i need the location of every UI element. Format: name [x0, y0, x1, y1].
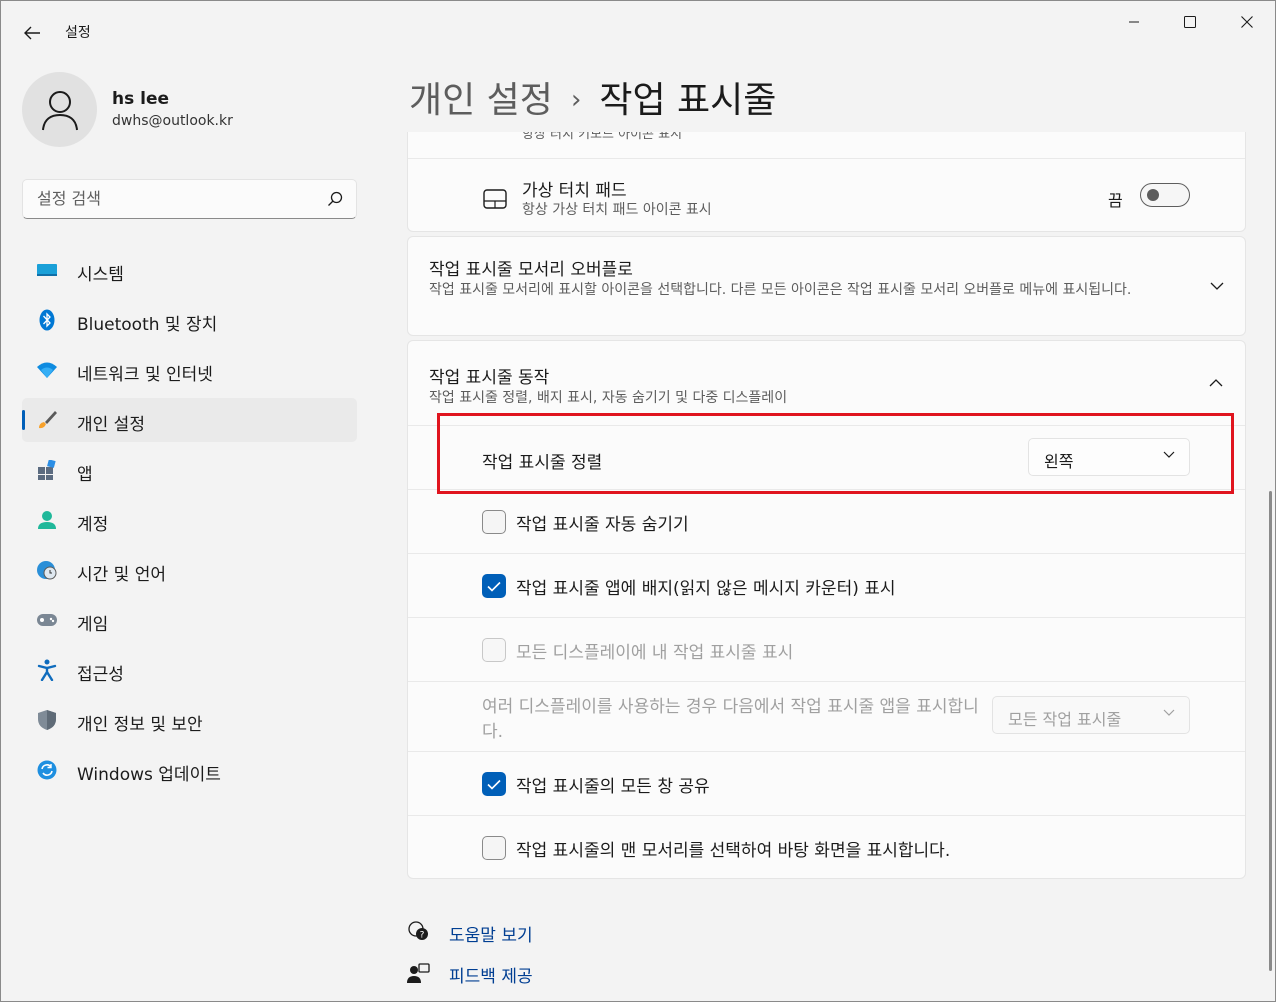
- auto-hide-checkbox[interactable]: [482, 510, 506, 534]
- svg-text:?: ?: [420, 931, 425, 941]
- user-email: dwhs@outlook.kr: [112, 113, 233, 129]
- sidebar-item-personalization[interactable]: 개인 설정: [22, 398, 357, 442]
- sidebar-item-privacy[interactable]: 개인 정보 및 보안: [22, 698, 357, 742]
- search-box[interactable]: [22, 179, 357, 219]
- bluetooth-icon: [36, 309, 58, 331]
- checkmark-icon: [487, 581, 501, 592]
- sidebar-item-apps[interactable]: 앱: [22, 448, 357, 492]
- maximize-icon: [1184, 16, 1196, 28]
- all-displays-checkbox[interactable]: [482, 638, 506, 662]
- all-displays-label: 모든 디스플레이에 내 작업 표시줄 표시: [516, 643, 794, 663]
- close-icon: [1241, 16, 1253, 28]
- app-title: 설정: [65, 25, 91, 41]
- feedback-link[interactable]: 피드백 제공: [449, 962, 533, 987]
- sidebar-item-label: 네트워크 및 인터넷: [77, 365, 213, 385]
- apps-icon: [36, 460, 58, 480]
- sidebar-item-accounts[interactable]: 계정: [22, 498, 357, 542]
- touchpad-title: 가상 터치 패드: [522, 181, 627, 201]
- taskbar-icons-card: 항상 터치 키보드 아이콘 표시 가상 터치 패드 항상 가상 터치 패드 아이…: [407, 132, 1246, 232]
- sidebar-item-label: 시간 및 언어: [77, 565, 167, 585]
- touchpad-subtitle: 항상 가상 터치 패드 아이콘 표시: [522, 202, 712, 218]
- badges-label: 작업 표시줄 앱에 배지(읽지 않은 메시지 카운터) 표시: [516, 579, 896, 599]
- back-button[interactable]: [15, 17, 49, 49]
- help-link[interactable]: 도움말 보기: [449, 921, 533, 946]
- search-icon[interactable]: [326, 190, 344, 208]
- gamepad-icon: [36, 610, 58, 630]
- minimize-icon: [1129, 21, 1139, 23]
- taskbar-behaviors-subtitle: 작업 표시줄 정렬, 배지 표시, 자동 숨기기 및 다중 디스플레이: [429, 390, 788, 406]
- time-language-icon: [36, 560, 58, 580]
- multi-display-label: 여러 디스플레이를 사용하는 경우 다음에서 작업 표시줄 앱을 표시합니다.: [482, 697, 979, 742]
- breadcrumb: 개인 설정 › 작업 표시줄: [409, 71, 776, 123]
- show-desktop-checkbox[interactable]: [482, 836, 506, 860]
- share-windows-checkbox[interactable]: [482, 772, 506, 796]
- sidebar-item-label: Bluetooth 및 장치: [77, 315, 218, 335]
- divider: [408, 553, 1245, 554]
- touchpad-toggle[interactable]: [1140, 183, 1190, 207]
- account-icon: [36, 510, 58, 530]
- minimize-button[interactable]: [1106, 1, 1162, 43]
- avatar[interactable]: [22, 72, 97, 147]
- search-input[interactable]: [23, 180, 313, 216]
- multi-display-dropdown[interactable]: 모든 작업 표시줄: [992, 696, 1190, 734]
- highlight-box: [437, 413, 1234, 494]
- sidebar-item-label: Windows 업데이트: [77, 765, 221, 785]
- shield-icon: [36, 710, 58, 730]
- feedback-icon: [407, 961, 431, 985]
- sidebar-item-label: 시스템: [77, 265, 124, 285]
- back-arrow-icon: [24, 26, 40, 40]
- touch-keyboard-subtitle: 항상 터치 키보드 아이콘 표시: [522, 132, 683, 142]
- auto-hide-label: 작업 표시줄 자동 숨기기: [516, 515, 689, 535]
- update-icon: [36, 760, 58, 780]
- sidebar-item-label: 접근성: [77, 665, 124, 685]
- show-desktop-label: 작업 표시줄의 맨 모서리를 선택하여 바탕 화면을 표시합니다.: [516, 841, 951, 861]
- accessibility-icon: [36, 659, 58, 681]
- dropdown-value: 모든 작업 표시줄: [1008, 710, 1122, 729]
- corner-overflow-subtitle: 작업 표시줄 모서리에 표시할 아이콘을 선택합니다. 다른 모든 아이콘은 작…: [429, 282, 1132, 298]
- taskbar-behaviors-title: 작업 표시줄 동작: [429, 368, 550, 388]
- selection-indicator: [22, 410, 25, 430]
- breadcrumb-parent[interactable]: 개인 설정: [409, 80, 553, 121]
- chevron-down-icon: [1163, 709, 1175, 716]
- corner-overflow-title: 작업 표시줄 모서리 오버플로: [429, 260, 633, 280]
- person-icon: [41, 90, 78, 130]
- scrollbar-thumb[interactable]: [1269, 491, 1272, 971]
- divider: [408, 681, 1245, 682]
- sidebar-item-label: 계정: [77, 515, 109, 535]
- badges-checkbox[interactable]: [482, 574, 506, 598]
- checkmark-icon: [487, 779, 501, 790]
- divider: [408, 158, 1245, 159]
- toggle-knob: [1147, 189, 1159, 201]
- system-icon: [36, 260, 58, 280]
- sidebar-item-label: 게임: [77, 615, 109, 635]
- page-title: 작업 표시줄: [599, 80, 777, 121]
- sidebar-item-label: 개인 설정: [77, 415, 145, 435]
- paintbrush-icon: [36, 410, 58, 430]
- sidebar-item-windows-update[interactable]: Windows 업데이트: [22, 748, 357, 792]
- sidebar-item-label: 앱: [77, 465, 93, 485]
- sidebar-item-bluetooth[interactable]: Bluetooth 및 장치: [22, 298, 357, 342]
- sidebar-item-label: 개인 정보 및 보안: [77, 715, 203, 735]
- chevron-up-icon[interactable]: [1209, 378, 1223, 388]
- toggle-state-label: 끔: [1108, 191, 1123, 210]
- divider: [408, 815, 1245, 816]
- touchpad-icon: [483, 189, 507, 209]
- help-icon: ?: [407, 919, 431, 943]
- divider: [408, 751, 1245, 752]
- divider: [408, 617, 1245, 618]
- breadcrumb-separator: ›: [570, 85, 582, 115]
- user-name: hs lee: [112, 89, 170, 109]
- sidebar-item-network[interactable]: 네트워크 및 인터넷: [22, 348, 357, 392]
- corner-overflow-card[interactable]: 작업 표시줄 모서리 오버플로 작업 표시줄 모서리에 표시할 아이콘을 선택합…: [407, 236, 1246, 336]
- sidebar-item-system[interactable]: 시스템: [22, 248, 357, 292]
- close-button[interactable]: [1219, 1, 1275, 43]
- wifi-icon: [36, 360, 58, 380]
- sidebar-item-accessibility[interactable]: 접근성: [22, 648, 357, 692]
- sidebar-item-time-language[interactable]: 시간 및 언어: [22, 548, 357, 592]
- chevron-down-icon[interactable]: [1210, 281, 1224, 291]
- share-windows-label: 작업 표시줄의 모든 창 공유: [516, 777, 710, 797]
- maximize-button[interactable]: [1162, 1, 1218, 43]
- sidebar-item-gaming[interactable]: 게임: [22, 598, 357, 642]
- content-scroll-area[interactable]: 항상 터치 키보드 아이콘 표시 가상 터치 패드 항상 가상 터치 패드 아이…: [407, 132, 1247, 1002]
